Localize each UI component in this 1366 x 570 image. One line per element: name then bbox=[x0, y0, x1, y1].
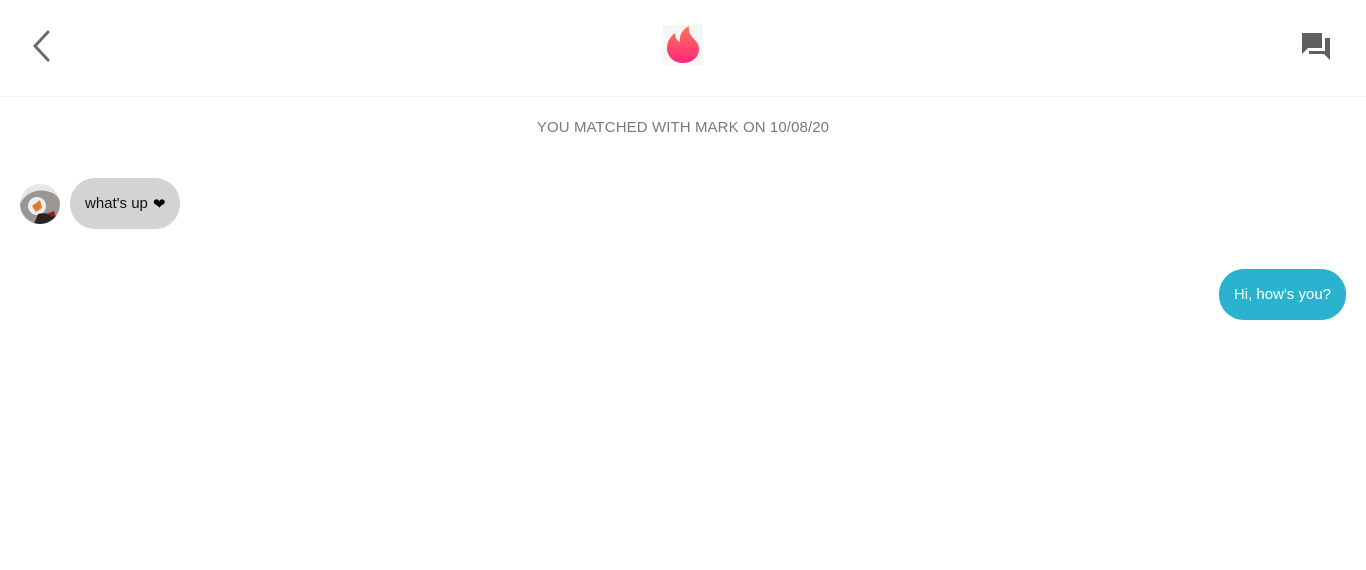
chats-button[interactable] bbox=[1296, 26, 1336, 66]
avatar-photo bbox=[20, 184, 60, 224]
app-logo[interactable] bbox=[663, 25, 703, 65]
message-text: Hi, how's you? bbox=[1233, 286, 1331, 303]
heart-emoji: ❤︎ bbox=[152, 194, 166, 213]
outgoing-message-row: Hi, how's you? bbox=[1218, 269, 1346, 320]
top-bar bbox=[0, 0, 1366, 97]
match-notice: YOU MATCHED WITH MARK ON 10/08/20 bbox=[536, 119, 830, 136]
message-text: what's up bbox=[85, 195, 148, 212]
back-button[interactable] bbox=[24, 26, 60, 66]
incoming-message-bubble[interactable]: what's up ❤︎ bbox=[70, 178, 181, 229]
incoming-message-row: what's up ❤︎ bbox=[20, 178, 181, 229]
outgoing-message-bubble[interactable]: Hi, how's you? bbox=[1218, 269, 1346, 320]
forum-icon bbox=[1302, 33, 1330, 60]
avatar[interactable] bbox=[20, 184, 60, 224]
flame-icon bbox=[667, 26, 699, 63]
chevron-left-icon bbox=[33, 30, 50, 62]
